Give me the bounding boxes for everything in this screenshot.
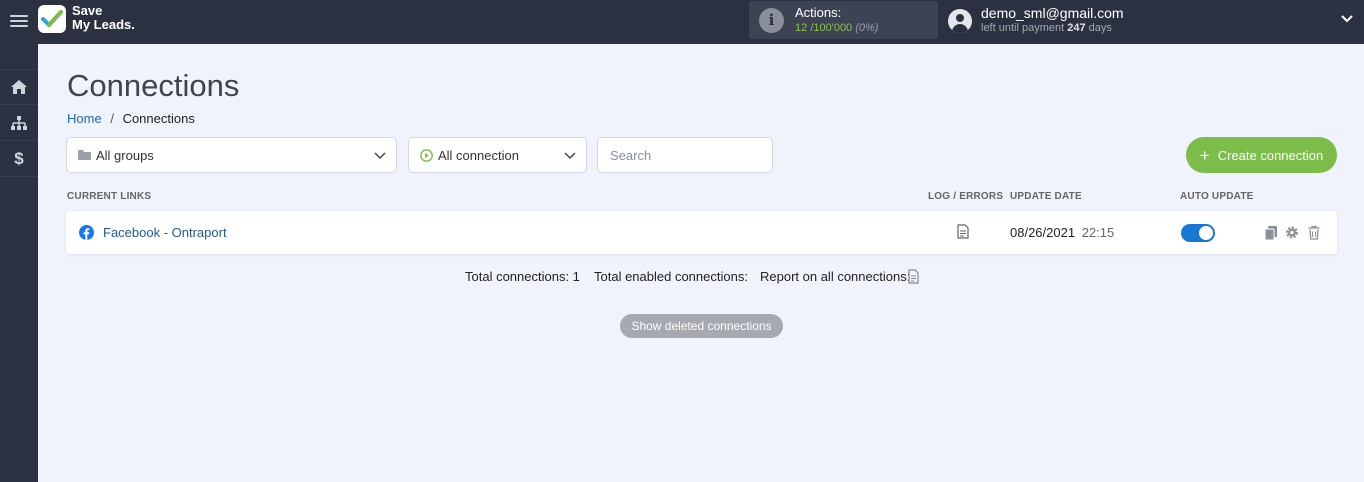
breadcrumb-current: Connections <box>122 111 195 126</box>
groups-select[interactable]: All groups <box>66 137 397 173</box>
actions-used: 12 <box>795 22 808 34</box>
plus-icon: + <box>1199 145 1210 165</box>
breadcrumb: Home / Connections <box>67 111 195 126</box>
page-title: Connections <box>67 68 240 103</box>
connection-name-link[interactable]: Facebook - Ontraport <box>103 225 227 240</box>
create-connection-button[interactable]: + Create connection <box>1186 137 1337 173</box>
payment-suffix: days <box>1088 22 1112 34</box>
home-icon <box>11 80 27 94</box>
document-icon[interactable] <box>957 224 969 239</box>
actions-total: /100'000 <box>810 22 853 34</box>
total-enabled-connections: Total enabled connections: <box>594 269 748 284</box>
actions-label: Actions: <box>795 5 842 20</box>
breadcrumb-separator: / <box>110 111 114 126</box>
table-row: Facebook - Ontraport 08/26/2021 22:15 <box>66 211 1337 254</box>
total-connections: Total connections: 1 <box>465 269 580 284</box>
logo-icon[interactable] <box>38 5 66 33</box>
column-header-log-errors: LOG / ERRORS <box>928 191 1004 202</box>
report-document-icon[interactable] <box>908 269 919 284</box>
copy-icon[interactable] <box>1264 225 1278 240</box>
auto-update-toggle[interactable] <box>1181 224 1215 242</box>
update-date-time: 22:15 <box>1081 225 1115 240</box>
brand-line-2: My Leads. <box>72 17 135 32</box>
actions-count: 12 /100'000 (0%) <box>795 22 878 34</box>
gear-icon[interactable] <box>1285 225 1299 240</box>
column-header-current-links: CURRENT LINKS <box>67 191 152 202</box>
update-date-day: 08/26/2021 <box>1010 225 1076 240</box>
payment-prefix: left until payment <box>981 22 1065 34</box>
chevron-down-icon <box>564 152 576 160</box>
dollar-icon: $ <box>14 148 24 168</box>
sidebar: $ <box>0 44 38 482</box>
sidebar-item-billing[interactable]: $ <box>0 141 38 177</box>
chevron-down-icon <box>374 152 386 160</box>
breadcrumb-home-link[interactable]: Home <box>67 111 102 126</box>
facebook-icon <box>79 225 94 240</box>
user-avatar-icon[interactable] <box>948 9 972 33</box>
brand-name[interactable]: Save My Leads. <box>72 4 135 32</box>
folder-icon <box>78 150 91 160</box>
payment-days: 247 <box>1067 22 1086 34</box>
play-circle-icon <box>420 148 433 162</box>
brand-line-1: Save <box>72 3 103 18</box>
payment-status: left until payment 247 days <box>981 22 1112 34</box>
info-icon: i <box>759 8 784 33</box>
trash-icon[interactable] <box>1307 225 1321 240</box>
column-header-auto-update: AUTO UPDATE <box>1180 191 1254 202</box>
search-input[interactable] <box>597 137 773 173</box>
connection-select-value: All connection <box>438 147 519 163</box>
actions-counter: i Actions: 12 /100'000 (0%) <box>749 1 938 39</box>
sidebar-item-home[interactable] <box>0 69 38 105</box>
hamburger-menu-icon[interactable] <box>10 12 28 30</box>
create-connection-label: Create connection <box>1217 147 1324 163</box>
actions-percent: (0%) <box>855 22 879 34</box>
sidebar-item-structure[interactable] <box>0 105 38 141</box>
connection-status-select[interactable]: All connection <box>408 137 587 173</box>
report-all-connections: Report on all connections: <box>760 269 911 284</box>
groups-select-value: All groups <box>96 147 154 163</box>
show-deleted-connections-button[interactable]: Show deleted connections <box>620 314 783 338</box>
chevron-down-icon[interactable] <box>1340 12 1354 26</box>
top-bar: Save My Leads. i Actions: 12 /100'000 (0… <box>0 0 1364 44</box>
update-date: 08/26/2021 22:15 <box>1010 225 1114 240</box>
user-email[interactable]: demo_sml@gmail.com <box>981 5 1124 21</box>
sitemap-icon <box>11 115 27 130</box>
column-header-update-date: UPDATE DATE <box>1010 191 1082 202</box>
